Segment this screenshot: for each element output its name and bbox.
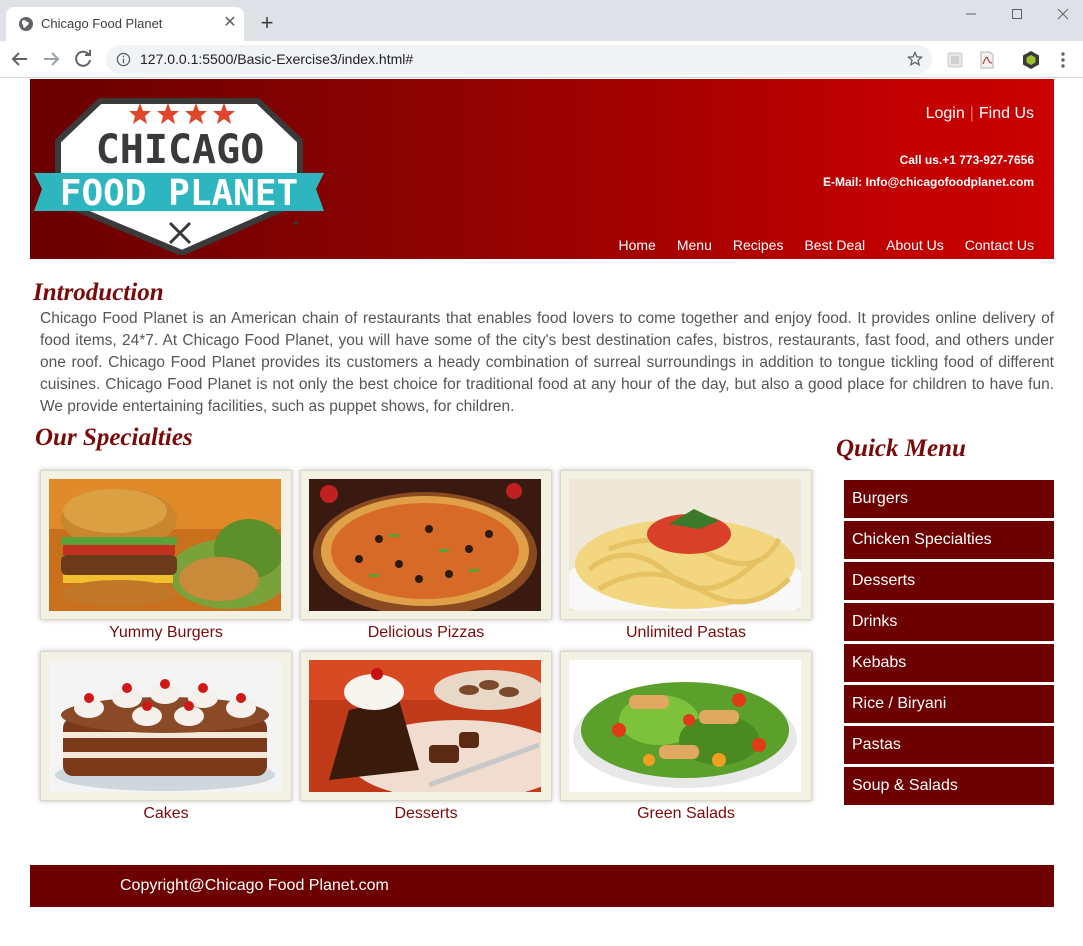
nav-menu[interactable]: Menu [677,237,712,253]
cube-extension-icon[interactable] [1021,50,1041,70]
caption-burgers[interactable]: Yummy Burgers [40,624,292,642]
caption-salads[interactable]: Green Salads [560,805,812,823]
quick-menu-desserts[interactable]: Desserts [844,562,1054,600]
quick-menu-rice-biryani[interactable]: Rice / Biryani [844,685,1054,723]
logo-text-bottom: FOOD PLANET [60,173,298,214]
burger-image [49,479,281,611]
logo-text-top: CHICAGO [96,127,265,173]
quick-menu-chicken-specialties[interactable]: Chicken Specialties [844,521,1054,559]
window-close-icon[interactable] [1040,2,1083,28]
specialties-heading: Our Specialties [35,424,193,451]
specialty-card-burgers[interactable] [40,470,292,620]
star-icon[interactable] [907,51,923,67]
specialty-card-pizzas[interactable] [300,470,552,620]
site-header: CHICAGO FOOD PLANET Login | Find Us Call u… [30,79,1054,259]
browser-toolbar: 127.0.0.1:5500/Basic-Exercise3/index.htm… [0,41,1083,78]
close-icon[interactable]: ✕ [220,13,240,33]
extension-icon[interactable] [945,50,965,70]
copyright-text: Copyright@Chicago Food Planet.com [120,877,389,894]
caption-desserts[interactable]: Desserts [300,805,552,823]
maximize-icon[interactable] [994,2,1040,28]
quick-menu-pastas[interactable]: Pastas [844,726,1054,764]
caption-cakes[interactable]: Cakes [40,805,292,823]
quick-menu-soup-salads[interactable]: Soup & Salads [844,767,1054,805]
address-bar[interactable]: 127.0.0.1:5500/Basic-Exercise3/index.htm… [106,45,932,74]
quick-menu-burgers[interactable]: Burgers [844,480,1054,518]
tab-strip: Chicago Food Planet ✕ + [0,0,1083,41]
site-footer: Copyright@Chicago Food Planet.com [30,865,1054,907]
browser-tab[interactable]: Chicago Food Planet ✕ [6,7,244,41]
quick-menu-heading: Quick Menu [836,435,966,462]
cake-image [49,660,281,792]
introduction-text: Chicago Food Planet is an American chain… [40,310,1054,415]
page-content: CHICAGO FOOD PLANET Login | Find Us Call u… [0,79,1083,946]
nav-best-deal[interactable]: Best Deal [804,237,865,253]
site-logo[interactable]: CHICAGO FOOD PLANET [32,83,326,255]
nav-recipes[interactable]: Recipes [733,237,784,253]
pizza-image [309,479,541,611]
tab-title: Chicago Food Planet [41,16,163,31]
nav-about-us[interactable]: About Us [886,237,944,253]
caption-pastas[interactable]: Unlimited Pastas [560,624,812,642]
reload-icon[interactable] [71,47,95,71]
globe-icon [19,17,33,31]
top-links: Login | Find Us [926,105,1034,123]
introduction-heading: Introduction [33,279,164,306]
pdf-icon[interactable] [977,50,997,70]
main-nav: Home Menu Recipes Best Deal About Us Con… [597,237,1034,253]
pasta-image [569,479,801,611]
quick-menu-drinks[interactable]: Drinks [844,603,1054,641]
dessert-image [309,660,541,792]
new-tab-icon[interactable]: + [255,12,279,36]
specialty-card-cakes[interactable] [40,651,292,801]
forward-icon[interactable] [39,47,63,71]
login-link[interactable]: Login [926,105,965,122]
menu-dots-icon[interactable] [1056,50,1070,70]
specialty-card-salads[interactable] [560,651,812,801]
quick-menu-kebabs[interactable]: Kebabs [844,644,1054,682]
caption-pizzas[interactable]: Delicious Pizzas [300,624,552,642]
url-text: 127.0.0.1:5500/Basic-Exercise3/index.htm… [140,51,414,67]
back-icon[interactable] [8,47,32,71]
top-links-separator: | [969,105,974,122]
nav-home[interactable]: Home [618,237,655,253]
specialty-card-pastas[interactable] [560,470,812,620]
find-us-link[interactable]: Find Us [979,105,1034,122]
phone-number: Call us.+1 773-927-7656 [899,153,1034,167]
specialty-card-desserts[interactable] [300,651,552,801]
minimize-icon[interactable] [948,2,994,28]
nav-contact-us[interactable]: Contact Us [965,237,1034,253]
salad-image [569,660,801,792]
email-address: E-Mail: Info@chicagofoodplanet.com [822,175,1034,189]
info-icon[interactable] [116,52,131,67]
